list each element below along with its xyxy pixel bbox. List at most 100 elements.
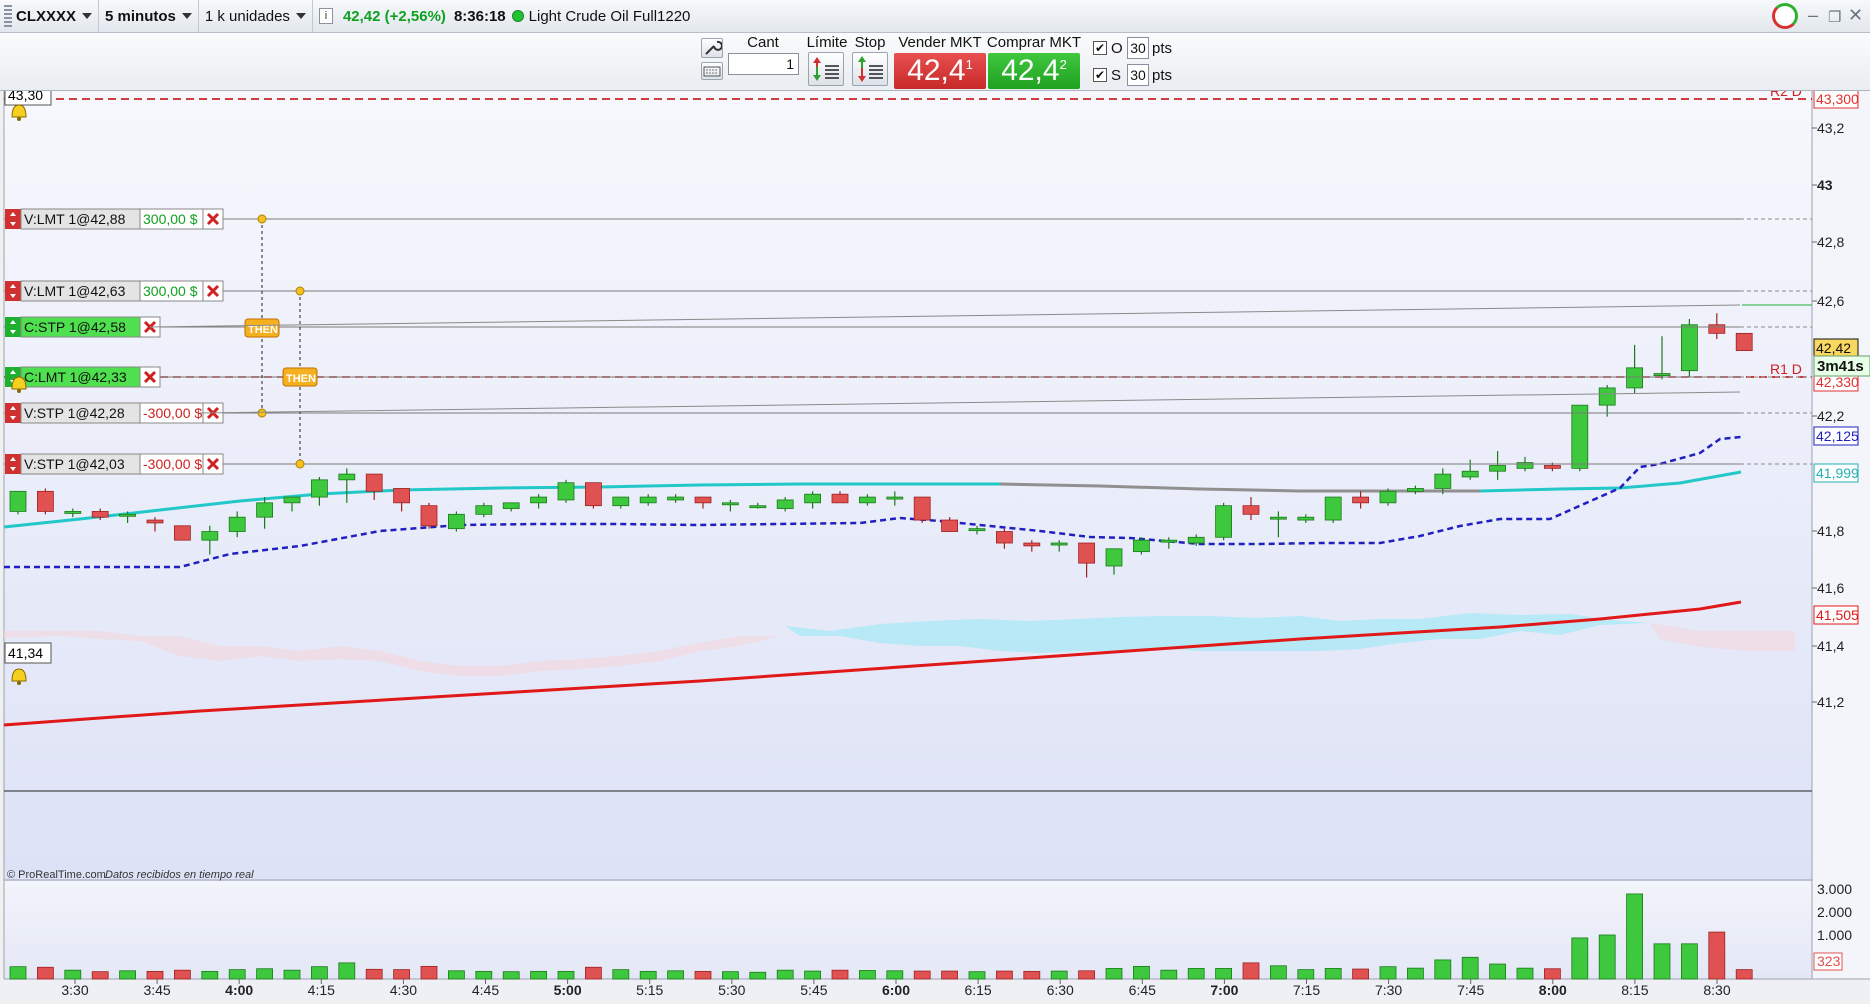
volume-tick-label: 323	[1817, 953, 1841, 969]
volume-bar	[338, 962, 356, 980]
restore-icon[interactable]: ❐	[1828, 8, 1841, 26]
sell-price-fraction: 1	[965, 57, 973, 72]
units-selector[interactable]: 1 k unidades	[199, 0, 313, 33]
price-tick-label: 41,4	[1817, 638, 1844, 654]
volume-bar	[941, 970, 958, 980]
volume-bar	[201, 970, 219, 980]
volume-bar	[859, 970, 876, 980]
candle	[1571, 404, 1589, 472]
o-pts-label: pts	[1152, 40, 1173, 57]
price-tick-label: 41,8	[1817, 523, 1844, 539]
time-tick-label: 6:30	[1047, 982, 1074, 998]
countdown-badge: 3m41s	[1813, 355, 1870, 377]
volume-bar	[393, 969, 411, 980]
symbol-selector[interactable]: CLXXXX	[0, 0, 100, 33]
r1-label: R1 D	[1770, 361, 1802, 377]
time-tick-label: 5:30	[718, 982, 745, 998]
volume-bar	[1461, 956, 1479, 980]
price-tick-label: 43,2	[1817, 120, 1844, 136]
order-tag[interactable]: V:STP 1@42,28 -300,00 $	[5, 402, 224, 424]
time-tick-label: 8:00	[1539, 982, 1567, 998]
time-tick-label: 3:30	[61, 982, 88, 998]
volume-bar	[173, 969, 191, 980]
price-chart[interactable]: V:LMT 1@42,88 300,00 $ V:LMT 1@42,63 300,00…	[0, 82, 1870, 1000]
time-tick-label: 4:45	[472, 982, 499, 998]
order-tag[interactable]: C:STP 1@42,58	[5, 316, 161, 338]
volume-bar	[1242, 962, 1260, 980]
candle	[1324, 496, 1342, 523]
then-badge: THEN	[244, 318, 280, 338]
price-badge: 41,999	[1813, 463, 1859, 483]
order-tag[interactable]: V:LMT 1@42,63 300,00 $	[5, 280, 224, 302]
chart-area[interactable]: V:LMT 1@42,88 300,00 $ V:LMT 1@42,63 300,00…	[0, 82, 1870, 1000]
oco-anchor	[257, 214, 267, 224]
candle	[585, 482, 602, 509]
time-tick-label: 8:15	[1621, 982, 1648, 998]
order-label: C:LMT 1@42,33	[24, 369, 127, 385]
volume-bar	[1544, 968, 1561, 980]
volume-bar	[1187, 968, 1205, 980]
buy-price: 42,4	[1001, 54, 1060, 87]
volume-bar	[1023, 970, 1041, 980]
volume-bar	[1598, 934, 1616, 980]
minimize-icon[interactable]: –	[1808, 5, 1818, 26]
order-tag[interactable]: V:STP 1@42,03 -300,00 $	[5, 453, 224, 475]
price-panel-bg	[4, 91, 1812, 881]
volume-bar	[1434, 959, 1452, 980]
price-tick-label: 42,8	[1817, 234, 1844, 250]
cancel-order-icon[interactable]	[202, 208, 224, 230]
s-points-input[interactable]: 30	[1127, 64, 1149, 86]
close-icon[interactable]: ✕	[1848, 5, 1863, 26]
qty-input[interactable]: 1	[728, 53, 799, 75]
volume-tick: 2.000	[1817, 904, 1852, 920]
volume-bar	[886, 970, 904, 980]
s-checkbox[interactable]: ✔	[1093, 68, 1107, 82]
o-checkbox[interactable]: ✔	[1093, 41, 1107, 55]
time-tick-label: 6:00	[882, 982, 910, 998]
volume-bar	[146, 970, 164, 980]
top-level-label: 43,30	[8, 91, 43, 103]
copyright-text: © ProRealTime.com	[7, 869, 106, 881]
buy-market-button[interactable]: 42,42	[988, 53, 1080, 89]
timeframe-label: 5 minutos	[105, 7, 176, 25]
cancel-order-icon[interactable]	[139, 366, 161, 388]
info-icon[interactable]: i	[318, 8, 333, 24]
s-pts-label: pts	[1152, 67, 1173, 84]
volume-bar	[776, 969, 794, 980]
volume-bar	[1681, 943, 1698, 980]
sell-market-button[interactable]: 42,41	[894, 53, 986, 89]
timeframe-selector[interactable]: 5 minutos	[99, 0, 199, 33]
volume-bar	[283, 969, 301, 980]
volume-bar	[1626, 893, 1643, 980]
volume-bar	[1050, 970, 1068, 980]
volume-bar	[502, 971, 520, 980]
o-points-input[interactable]: 30	[1127, 37, 1149, 59]
chevron-down-icon	[82, 13, 93, 19]
order-tag[interactable]: C:LMT 1@42,33	[5, 366, 161, 388]
cancel-order-icon[interactable]	[202, 280, 224, 302]
cancel-order-icon[interactable]	[202, 453, 224, 475]
candle	[1735, 332, 1753, 351]
order-tag[interactable]: V:LMT 1@42,88 300,00 $	[5, 208, 224, 230]
settings-wrench-icon[interactable]	[701, 38, 723, 58]
candle	[1133, 537, 1150, 555]
stop-order-button[interactable]	[852, 52, 888, 86]
volume-bar	[365, 968, 383, 980]
time-tick-label: 6:45	[1129, 982, 1156, 998]
volume-bar	[91, 971, 109, 980]
volume-bar	[722, 971, 739, 980]
candle	[173, 525, 191, 541]
time-tick-label: 7:00	[1210, 982, 1238, 998]
time-tick-label: 7:45	[1457, 982, 1484, 998]
limit-order-button[interactable]	[808, 52, 844, 86]
price-badge: 41,505	[1813, 605, 1859, 625]
volume-bar	[310, 966, 328, 980]
refresh-icon[interactable]	[1772, 3, 1798, 29]
candle	[913, 496, 931, 523]
time-tick-label: 5:00	[554, 982, 582, 998]
symbol-label: CLXXXX	[16, 7, 77, 25]
volume-bar	[1215, 968, 1232, 980]
keyboard-icon[interactable]	[701, 62, 723, 80]
drag-grip-icon[interactable]	[4, 5, 12, 27]
chevron-down-icon	[181, 13, 192, 19]
